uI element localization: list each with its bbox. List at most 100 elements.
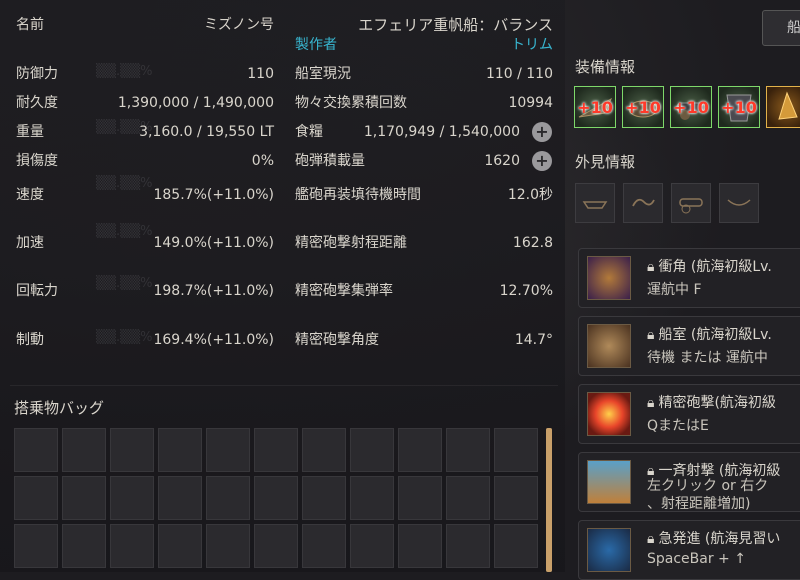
rations-label: 食糧 (295, 124, 323, 140)
skill-key: QまたはE (647, 418, 709, 434)
cannonball-label: 砲弾積載量 (295, 153, 365, 169)
quick-start-icon (587, 528, 631, 572)
maker-name: トリム (511, 37, 553, 53)
turning-label: 回転力 (16, 283, 58, 299)
speed-value: 185.7%(+11.0%) (153, 187, 274, 203)
bag-slot[interactable] (158, 428, 202, 472)
add-rations-button[interactable]: + (532, 122, 552, 142)
lock-icon: 🔒︎ (647, 327, 655, 343)
skill-key-detail: 、射程距離増加) (647, 496, 751, 512)
skill-name: 衝角 (航海初級Lv. (658, 259, 772, 275)
bag-slot[interactable] (494, 428, 538, 472)
acceleration-label: 加速 (16, 235, 44, 251)
precision-range-label: 精密砲撃射程距離 (295, 235, 407, 251)
bag-slot[interactable] (206, 524, 250, 568)
bag-slot[interactable] (206, 476, 250, 520)
cabin-label: 船室現況 (295, 66, 351, 82)
lock-icon: 🔒︎ (647, 259, 655, 275)
weight-value: 3,160.0 / 19,550 LT (139, 124, 274, 140)
bag-grid (14, 428, 538, 568)
bag-slot[interactable] (350, 524, 394, 568)
skill-key: 待機 または 運航中 (647, 350, 768, 366)
bag-slot[interactable] (494, 476, 538, 520)
ship-type: エフェリア重帆船：バランス (358, 16, 553, 34)
bag-slot[interactable] (110, 428, 154, 472)
bag-slot[interactable] (398, 476, 442, 520)
acceleration-value: 149.0%(+11.0%) (153, 235, 274, 251)
bag-slot[interactable] (14, 428, 58, 472)
brake-label: 制動 (16, 332, 44, 348)
skill-quick-start[interactable]: 🔒︎ 急発進 (航海見習い SpaceBar + ↑ (578, 520, 800, 580)
bag-slot[interactable] (158, 476, 202, 520)
bag-slot[interactable] (446, 524, 490, 568)
bag-slot[interactable] (446, 428, 490, 472)
skill-key: 左クリック or 右ク (647, 478, 769, 494)
add-cannonballs-button[interactable]: + (532, 151, 552, 171)
cabin-value: 110 / 110 (485, 66, 553, 82)
bag-scrollbar-thumb[interactable] (546, 428, 552, 572)
speed-label: 速度 (16, 187, 44, 203)
bag-slot[interactable] (110, 476, 154, 520)
skill-name: 急発進 (航海見習い (658, 531, 781, 547)
bag-slot[interactable] (62, 476, 106, 520)
cannon-decoration-icon[interactable] (671, 183, 711, 223)
bag-title: 搭乗物バッグ (14, 399, 105, 417)
skill-key: 運航中 F (647, 282, 702, 298)
skill-ram[interactable]: 🔒︎ 衝角 (航海初級Lv. 運航中 F (578, 248, 800, 308)
bag-slot[interactable] (62, 524, 106, 568)
bag-slot[interactable] (302, 428, 346, 472)
ship-tab-button[interactable]: 船 (762, 10, 800, 46)
bag-slot[interactable] (254, 476, 298, 520)
cannon-icon[interactable]: +10 (670, 86, 712, 128)
bag-slot[interactable] (254, 428, 298, 472)
bag-slot[interactable] (206, 428, 250, 472)
equipment-title: 装備情報 (575, 58, 636, 76)
ship-bow-icon[interactable]: +10 (574, 86, 616, 128)
skill-broadside[interactable]: 🔒︎ 一斉射撃 (航海初級 左クリック or 右ク 、射程距離増加) (578, 452, 800, 512)
skill-name: 船室 (航海初級Lv. (658, 327, 772, 343)
reload-time-label: 艦砲再装填待機時間 (295, 187, 421, 203)
ship-figurehead-icon[interactable]: +10 (622, 86, 664, 128)
durability-label: 耐久度 (16, 95, 58, 111)
lock-icon: 🔒︎ (647, 395, 655, 411)
reload-time-value: 12.0秒 (507, 187, 553, 203)
bag-slot[interactable] (14, 524, 58, 568)
bag-slot[interactable] (302, 524, 346, 568)
bag-slot[interactable] (446, 476, 490, 520)
skill-cabin[interactable]: 🔒︎ 船室 (航海初級Lv. 待機 または 運航中 (578, 316, 800, 376)
divider (10, 385, 558, 386)
bag-slot[interactable] (350, 428, 394, 472)
weight-label: 重量 (16, 124, 44, 140)
skill-name: 精密砲撃(航海初級 (658, 395, 776, 411)
cabin-skill-icon (587, 324, 631, 368)
rations-value: 1,170,949 / 1,540,000 (363, 124, 520, 140)
gold-equipment-icon[interactable] (766, 86, 800, 128)
hull-decoration-icon[interactable] (575, 183, 615, 223)
damage-value: 0% (251, 153, 274, 169)
bag-slot[interactable] (398, 428, 442, 472)
precision-spread-label: 精密砲撃集弾率 (295, 283, 393, 299)
precision-fire-icon (587, 392, 631, 436)
ship-plating-icon[interactable]: +10 (718, 86, 760, 128)
bag-slot[interactable] (254, 524, 298, 568)
bag-slot[interactable] (494, 524, 538, 568)
bag-slot[interactable] (110, 524, 154, 568)
sail-decoration-icon[interactable] (719, 183, 759, 223)
bag-slot[interactable] (350, 476, 394, 520)
lock-icon: 🔒︎ (647, 531, 655, 547)
bag-slot[interactable] (398, 524, 442, 568)
precision-angle-value: 14.7° (514, 332, 553, 348)
turning-value: 198.7%(+11.0%) (153, 283, 274, 299)
bag-slot[interactable] (302, 476, 346, 520)
flag-decoration-icon[interactable] (623, 183, 663, 223)
bag-slot[interactable] (14, 476, 58, 520)
skill-precision-fire[interactable]: 🔒︎ 精密砲撃(航海初級 QまたはE (578, 384, 800, 444)
damage-label: 損傷度 (16, 153, 58, 169)
cannonball-value: 1620 (484, 153, 520, 169)
skill-key: SpaceBar + ↑ (647, 551, 746, 567)
barter-count-label: 物々交換累積回数 (295, 95, 407, 111)
maker-label: 製作者 (295, 37, 337, 53)
bag-slot[interactable] (62, 428, 106, 472)
bag-slot[interactable] (158, 524, 202, 568)
name-label: 名前 (16, 17, 44, 33)
